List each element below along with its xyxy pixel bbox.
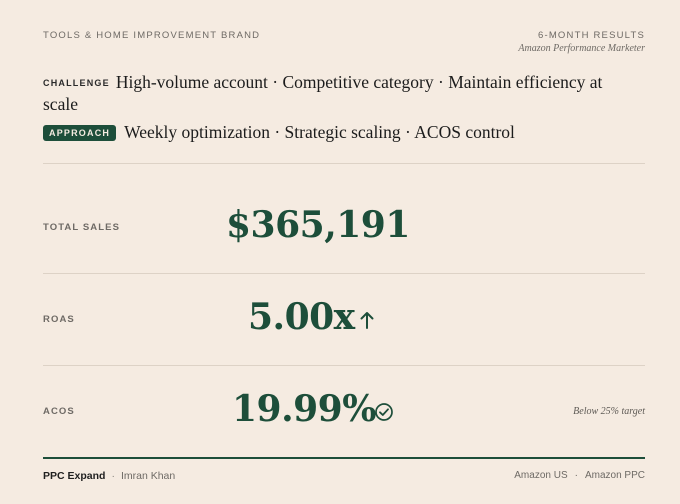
person-name: Imran Khan	[120, 470, 176, 482]
case-study-card: TOOLS & HOME IMPROVEMENT BRAND 6-MONTH R…	[43, 0, 645, 504]
company-name: PPC Expand	[43, 470, 106, 482]
role-title: Amazon Performance Marketer	[518, 43, 645, 54]
separator-dot: ·	[574, 470, 578, 481]
metric-value-acos: 19.99%	[232, 388, 376, 430]
metric-value-total-sales: $365,191	[226, 204, 410, 246]
metric-label-roas: ROAS	[43, 314, 75, 325]
footer-credits: PPC Expand · Imran Khan	[43, 470, 175, 482]
footer-tags: Amazon US · Amazon PPC	[514, 470, 645, 481]
challenge-tag: CHALLENGE	[43, 78, 110, 88]
divider	[43, 273, 645, 274]
results-period: 6-MONTH RESULTS	[537, 30, 645, 41]
challenge-text: High-volume account · Competitive catego…	[43, 72, 603, 114]
divider	[43, 365, 645, 366]
challenge-section: CHALLENGE High-volume account · Competiti…	[43, 72, 628, 116]
check-circle-icon	[375, 403, 393, 421]
acos-target-note: Below 25% target	[573, 406, 645, 417]
divider	[43, 163, 645, 164]
service-tag: Amazon PPC	[584, 470, 645, 481]
metric-value-roas: 5.00x	[248, 296, 355, 338]
brand-category: TOOLS & HOME IMPROVEMENT BRAND	[43, 30, 261, 41]
approach-badge: APPROACH	[43, 124, 117, 141]
separator-dot: ·	[111, 470, 115, 482]
approach-text: Weekly optimization · Strategic scaling …	[124, 122, 515, 142]
marketplace-tag: Amazon US	[514, 470, 568, 481]
arrow-up-icon	[360, 312, 374, 329]
footer-divider	[43, 457, 645, 459]
approach-section: APPROACH Weekly optimization · Strategic…	[43, 122, 515, 143]
metric-label-acos: ACOS	[43, 406, 75, 417]
metric-label-total-sales: TOTAL SALES	[43, 222, 121, 233]
